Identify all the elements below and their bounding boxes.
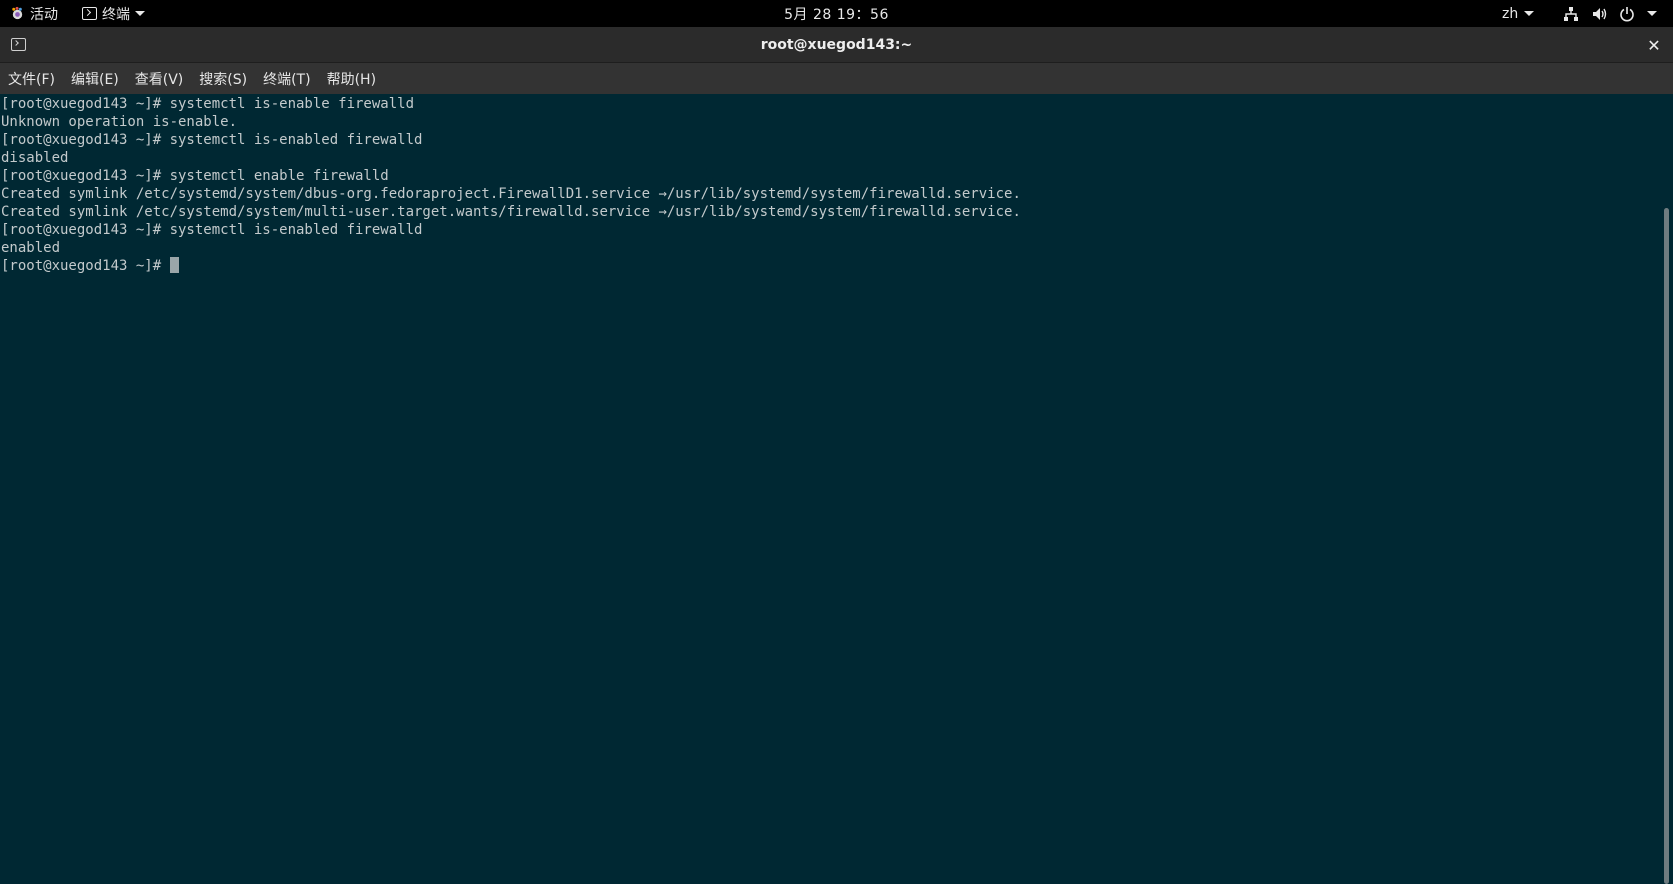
terminal-line: [root@xuegod143 ~]# systemctl is-enabled…: [1, 132, 423, 148]
terminal-output[interactable]: [root@xuegod143 ~]# systemctl is-enable …: [0, 94, 1660, 884]
text-cursor: [169, 257, 179, 273]
network-icon: [1564, 6, 1578, 21]
language-selector[interactable]: zh: [1502, 0, 1535, 27]
vertical-scrollbar[interactable]: [1660, 94, 1673, 884]
terminal-line: Created symlink /etc/systemd/system/mult…: [1, 204, 1021, 220]
window-header-bar: root@xuegod143:~ ✕: [0, 27, 1673, 63]
menu-help[interactable]: 帮助(H): [327, 69, 376, 89]
window-title: root@xuegod143:~: [760, 37, 913, 53]
terminal-line: [root@xuegod143 ~]# systemctl is-enabled…: [1, 222, 423, 238]
terminal-line: disabled: [1, 150, 69, 166]
volume-icon: [1593, 7, 1607, 20]
language-label: zh: [1502, 5, 1519, 22]
menu-search[interactable]: 搜索(S): [199, 69, 247, 89]
scrollbar-thumb[interactable]: [1664, 208, 1669, 884]
terminal-line: Created symlink /etc/systemd/system/dbus…: [1, 186, 1021, 202]
terminal-icon: [82, 7, 97, 20]
menu-file[interactable]: 文件(F): [8, 69, 55, 89]
chevron-down-icon: [1524, 11, 1535, 16]
terminal-line: enabled: [1, 240, 61, 256]
menu-edit[interactable]: 编辑(E): [71, 69, 119, 89]
system-status-menu[interactable]: [1563, 0, 1657, 27]
menu-view[interactable]: 查看(V): [135, 69, 184, 89]
app-menu-label: 终端: [102, 6, 130, 23]
menu-terminal[interactable]: 终端(T): [263, 69, 310, 89]
close-button[interactable]: ✕: [1643, 34, 1665, 56]
power-icon: [1620, 6, 1634, 21]
menu-bar: 文件(F) 编辑(E) 查看(V) 搜索(S) 终端(T) 帮助(H): [0, 63, 1673, 94]
terminal-line: [root@xuegod143 ~]# systemctl is-enable …: [1, 96, 415, 112]
close-icon: ✕: [1647, 35, 1661, 55]
clock-container: 5月 28 19：56: [0, 0, 1673, 27]
terminal-prompt-line[interactable]: [root@xuegod143 ~]#: [1, 257, 1660, 275]
chevron-down-icon: [1647, 11, 1657, 16]
app-menu-button[interactable]: 终端: [82, 0, 145, 27]
gnome-foot-icon: [12, 6, 23, 20]
clock-button[interactable]: 5月 28 19：56: [784, 4, 889, 24]
activities-label: 活动: [30, 6, 58, 23]
chevron-down-icon: [135, 11, 145, 16]
terminal-line: [root@xuegod143 ~]# systemctl enable fir…: [1, 168, 389, 184]
gnome-top-bar: 活动 终端 5月 28 19：56 zh: [0, 0, 1673, 27]
terminal-line: Unknown operation is-enable.: [1, 114, 238, 130]
terminal-prompt: [root@xuegod143 ~]#: [1, 258, 170, 274]
activities-button[interactable]: 活动: [10, 0, 58, 27]
